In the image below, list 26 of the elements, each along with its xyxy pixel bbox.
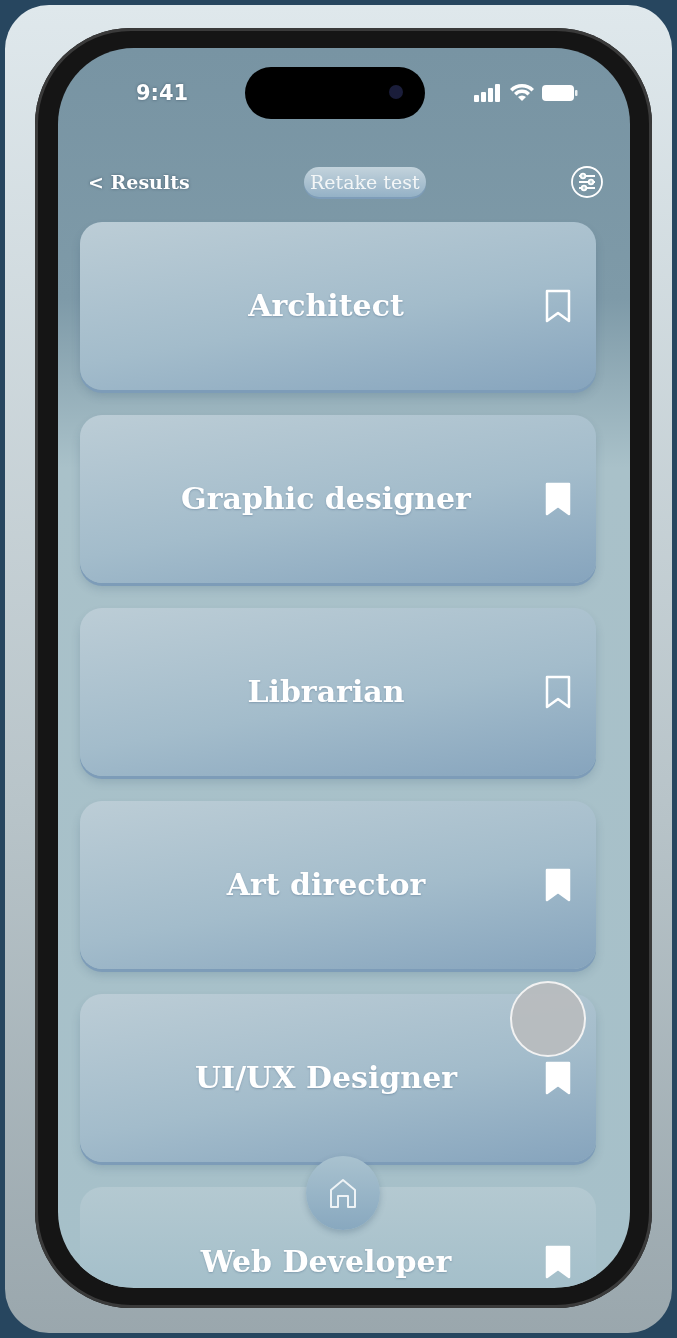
career-card[interactable]: UI/UX Designer bbox=[80, 994, 596, 1162]
career-title: Graphic designer bbox=[181, 480, 471, 518]
retake-test-button[interactable]: Retake test bbox=[304, 167, 426, 197]
bookmark-icon[interactable] bbox=[544, 868, 572, 902]
career-title: Architect bbox=[248, 287, 404, 325]
career-card[interactable]: Web Developer bbox=[80, 1187, 596, 1287]
back-link[interactable]: < Results bbox=[88, 171, 190, 193]
career-card[interactable]: Graphic designer bbox=[80, 415, 596, 583]
career-title: Librarian bbox=[247, 673, 405, 711]
career-title: Web Developer bbox=[200, 1245, 452, 1279]
bookmark-icon[interactable] bbox=[544, 289, 572, 323]
wifi-icon bbox=[510, 84, 534, 102]
bookmark-icon[interactable] bbox=[544, 1245, 572, 1279]
bookmark-icon[interactable] bbox=[544, 1061, 572, 1095]
career-card[interactable]: Architect bbox=[80, 222, 596, 390]
bookmark-icon[interactable] bbox=[544, 675, 572, 709]
career-title: UI/UX Designer bbox=[194, 1059, 458, 1097]
status-time: 9:41 bbox=[136, 81, 189, 105]
career-card[interactable]: Art director bbox=[80, 801, 596, 969]
settings-sliders-icon[interactable] bbox=[570, 165, 604, 199]
home-icon bbox=[328, 1177, 358, 1209]
battery-icon bbox=[542, 84, 578, 102]
career-title: Art director bbox=[226, 866, 426, 904]
signal-icon bbox=[474, 84, 502, 102]
career-card[interactable]: Librarian bbox=[80, 608, 596, 776]
bookmark-icon[interactable] bbox=[544, 482, 572, 516]
